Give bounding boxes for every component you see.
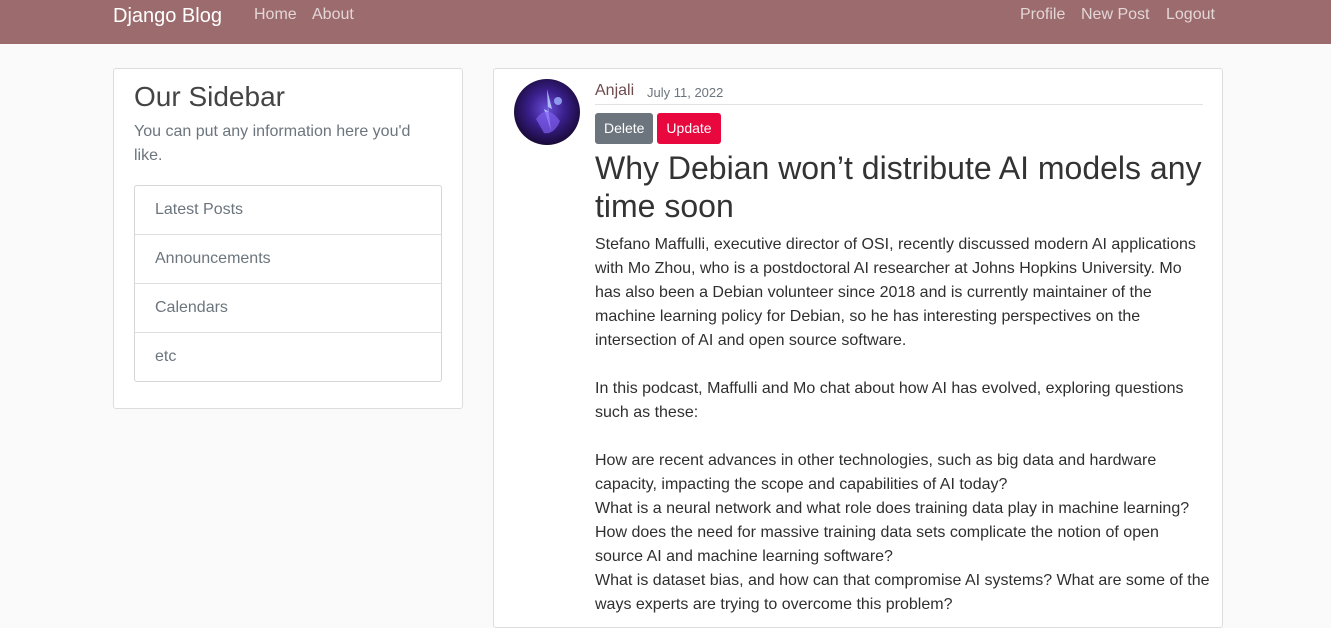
sidebar-description: You can put any information here you'd l… [134, 123, 411, 164]
sidebar-list: Latest Posts Announcements Calendars etc [134, 185, 442, 382]
delete-button[interactable]: Delete [595, 113, 653, 144]
sidebar-item-etc[interactable]: etc [135, 332, 441, 381]
sidebar-item-announcements[interactable]: Announcements [135, 234, 441, 283]
post-title: Why Debian won’t distribute AI models an… [595, 150, 1202, 224]
post-paragraph: Stefano Maffulli, executive director of … [595, 236, 1196, 349]
nav-home-link[interactable]: Home [254, 5, 297, 25]
sidebar-title: Our Sidebar [134, 81, 285, 112]
user-avatar-icon [514, 79, 580, 145]
sidebar-item-latest-posts[interactable]: Latest Posts [135, 186, 441, 234]
post-question: How are recent advances in other technol… [595, 452, 1157, 493]
post-question: What is a neural network and what role d… [595, 500, 1190, 517]
nav-profile-link[interactable]: Profile [1020, 5, 1065, 25]
post-question: What is dataset bias, and how can that c… [595, 572, 1210, 613]
post-article: Anjali July 11, 2022 Delete Update Why D… [493, 68, 1223, 628]
sidebar: Our Sidebar You can put any information … [113, 68, 463, 409]
post-body: Stefano Maffulli, executive director of … [595, 233, 1210, 617]
brand-link[interactable]: Django Blog [113, 4, 222, 28]
nav-about-link[interactable]: About [312, 5, 354, 25]
meta-divider [595, 104, 1203, 105]
post-question: How does the need for massive training d… [595, 524, 1159, 565]
update-button[interactable]: Update [657, 113, 721, 144]
post-date: July 11, 2022 [647, 85, 724, 100]
sidebar-item-calendars[interactable]: Calendars [135, 283, 441, 332]
nav-new-post-link[interactable]: New Post [1081, 5, 1149, 25]
nav-logout-link[interactable]: Logout [1166, 5, 1215, 25]
post-paragraph: In this podcast, Maffulli and Mo chat ab… [595, 380, 1184, 421]
navbar: Django Blog Home About Profile New Post … [0, 0, 1331, 44]
post-author-link[interactable]: Anjali [595, 81, 634, 101]
